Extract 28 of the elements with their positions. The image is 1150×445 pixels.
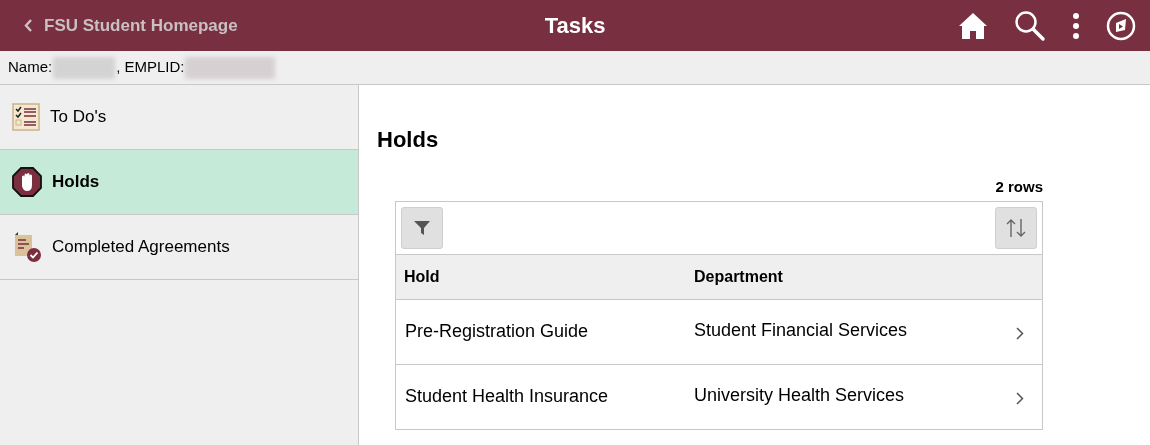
hold-name: Pre-Registration Guide [404,320,590,343]
redaction-block [53,56,116,79]
column-header: Department [694,266,783,287]
search-icon[interactable] [1014,9,1046,42]
sort-button[interactable] [995,206,1037,249]
department-name: University Health Services [694,384,906,407]
filter-icon [413,218,431,237]
column-header: Hold [403,266,441,287]
chevron-right-icon [1016,327,1024,340]
sort-icon [1005,217,1027,238]
home-icon[interactable] [958,11,988,40]
checklist-icon [12,103,40,131]
more-options-icon[interactable] [1072,11,1080,40]
page-title: Tasks [544,12,606,40]
back-chevron-icon [24,19,32,32]
row-count: 2 rows [995,177,1043,197]
stop-hand-icon [12,167,42,197]
department-name: Student Financial Services [694,319,909,342]
name-label: Name: [8,57,53,78]
emplid-label: , EMPLID: [116,57,185,78]
back-button[interactable]: FSU Student Homepage [0,12,238,39]
compass-icon[interactable] [1106,10,1136,41]
chevron-right-icon [1016,392,1024,405]
document-check-icon [12,232,42,262]
hold-name: Student Health Insurance [404,385,610,408]
filter-button[interactable] [401,206,443,249]
sidebar-item[interactable]: Holds [0,150,358,215]
section-title: Holds [377,126,440,154]
